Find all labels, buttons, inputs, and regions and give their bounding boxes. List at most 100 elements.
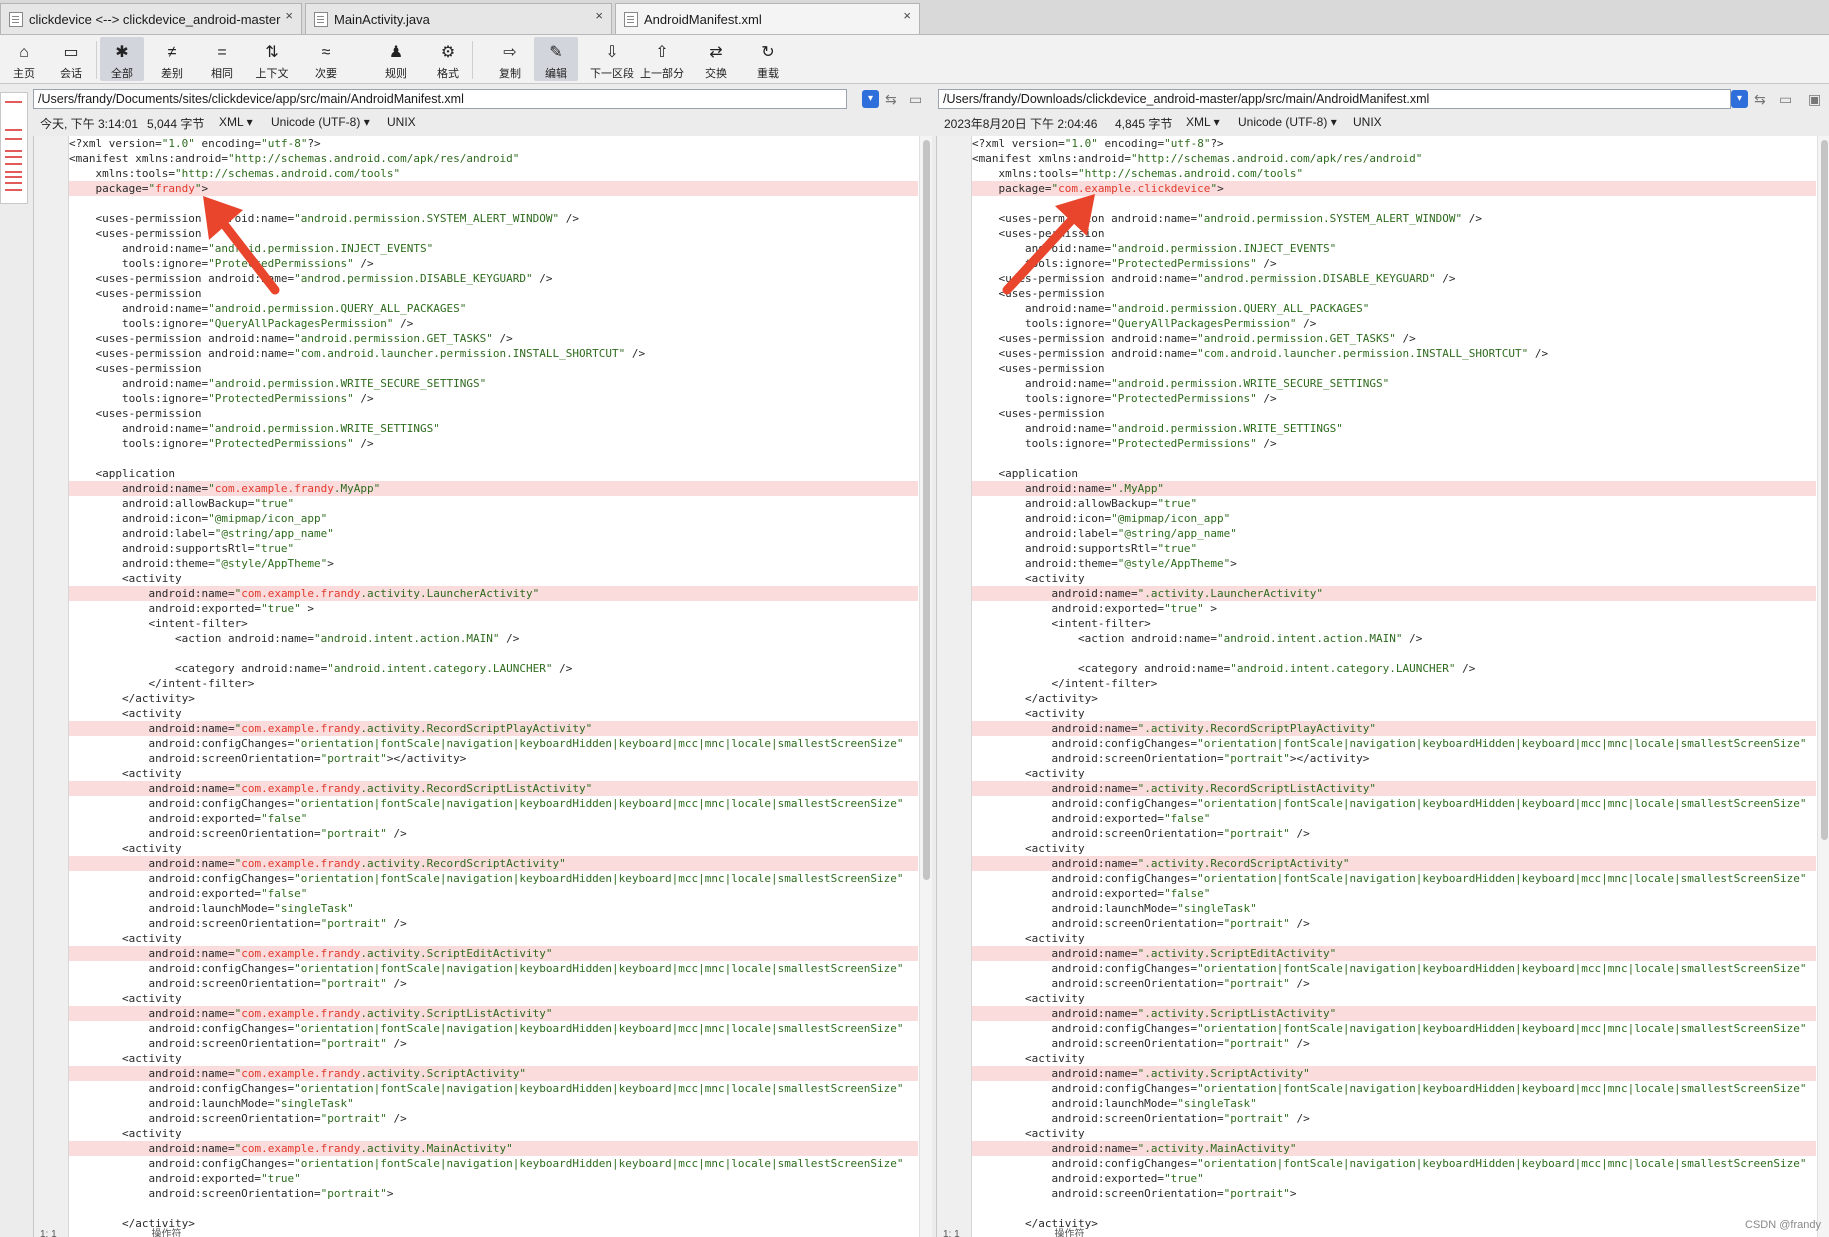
code-line: <application bbox=[972, 467, 1078, 480]
tab-mainactivity[interactable]: MainActivity.java × bbox=[305, 3, 612, 34]
toolbar-rules-button[interactable]: ♟ 规则 bbox=[374, 37, 418, 81]
code-line: android:name="android.permission.WRITE_S… bbox=[69, 377, 487, 390]
save-icon[interactable]: ▣ bbox=[1808, 91, 1821, 108]
code-line: android:configChanges="orientation|fontS… bbox=[972, 1082, 1807, 1095]
file-icon bbox=[314, 11, 328, 27]
right-info-bar: 2023年8月20日 下午 2:04:46 4,845 字节 XML ▾ Uni… bbox=[944, 115, 1824, 133]
history-icon[interactable]: ⇆ bbox=[885, 91, 897, 108]
left-path-field[interactable]: /Users/frandy/Documents/sites/clickdevic… bbox=[33, 89, 847, 109]
code-line: <activity bbox=[972, 707, 1085, 720]
annotation-arrow-right bbox=[1002, 194, 1095, 295]
format-select[interactable]: XML ▾ bbox=[1186, 115, 1220, 129]
close-icon[interactable]: × bbox=[285, 8, 293, 23]
code-line: <uses-permission android:name="android.p… bbox=[972, 332, 1416, 345]
code-line: android:icon="@mipmap/icon_app" bbox=[972, 512, 1231, 525]
tab-androidmanifest[interactable]: AndroidManifest.xml × bbox=[615, 3, 920, 34]
toolbar-copy-button[interactable]: ⇨ 复制 bbox=[482, 37, 538, 81]
all-icon: ✱ bbox=[115, 44, 129, 61]
code-line: android:launchMode="singleTask" bbox=[972, 902, 1257, 915]
scroll-thumb[interactable] bbox=[1821, 140, 1828, 840]
encoding-select[interactable]: Unicode (UTF-8) ▾ bbox=[271, 115, 370, 129]
left-scrollbar[interactable] bbox=[919, 136, 932, 1237]
chevron-down-icon[interactable]: ▾ bbox=[862, 90, 879, 108]
code-line: <uses-permission android:name="android.p… bbox=[69, 332, 513, 345]
toolbar-context-button[interactable]: ⇅ 上下文 bbox=[250, 37, 294, 81]
code-line: tools:ignore="QueryAllPackagesPermission… bbox=[972, 317, 1317, 330]
same-icon: = bbox=[217, 44, 227, 61]
toolbar-home-button[interactable]: ⌂ 主页 bbox=[2, 37, 46, 81]
toolbar-diff-button[interactable]: ≠ 差别 bbox=[150, 37, 194, 81]
code-line: <manifest xmlns:android="http://schemas.… bbox=[972, 152, 1423, 165]
overview-diff-mark bbox=[5, 128, 22, 131]
code-line: android:exported="false" bbox=[69, 887, 308, 900]
open-folder-icon[interactable]: ▭ bbox=[909, 91, 922, 108]
history-icon[interactable]: ⇆ bbox=[1754, 91, 1766, 108]
code-line: <activity bbox=[69, 932, 182, 945]
diff-line: android:name="com.example.frandy.activit… bbox=[69, 946, 918, 961]
tab-bar: clickdevice <--> clickdevice_android-mas… bbox=[0, 0, 1829, 35]
toolbar-session-button[interactable]: ▭ 会话 bbox=[49, 37, 93, 81]
tab-session[interactable]: clickdevice <--> clickdevice_android-mas… bbox=[0, 3, 302, 34]
toolbar-label: 格式 bbox=[437, 68, 459, 80]
code-line: android:screenOrientation="portrait" /> bbox=[972, 827, 1310, 840]
code-line: android:exported="true" bbox=[972, 1172, 1204, 1185]
code-line: android:name="android.permission.QUERY_A… bbox=[69, 302, 467, 315]
right-pane: <?xml version="1.0" encoding="utf-8"?> <m… bbox=[936, 136, 1829, 1237]
code-line: android:name="android.permission.WRITE_S… bbox=[972, 422, 1343, 435]
code-line: <uses-permission android:name="com.andro… bbox=[69, 347, 646, 360]
toolbar-minor-button[interactable]: ≈ 次要 bbox=[304, 37, 348, 81]
diff-overview[interactable] bbox=[0, 92, 28, 204]
right-scrollbar[interactable] bbox=[1817, 136, 1829, 1237]
right-code-area[interactable]: <?xml version="1.0" encoding="utf-8"?> <m… bbox=[972, 136, 1816, 1237]
code-line: <uses-permission bbox=[69, 407, 202, 420]
code-line: <activity bbox=[69, 1052, 182, 1065]
code-line: <activity bbox=[972, 932, 1085, 945]
file-date: 今天, 下午 3:14:01 bbox=[40, 117, 139, 131]
code-line: <category android:name="android.intent.c… bbox=[69, 662, 573, 675]
toolbar-next-section-button[interactable]: ⇩ 下一区段 bbox=[590, 37, 634, 81]
edit-mode: 操作符 bbox=[151, 1229, 182, 1237]
code-line: <uses-permission android:name="com.andro… bbox=[972, 347, 1549, 360]
close-icon[interactable]: × bbox=[903, 8, 911, 23]
toolbar-swap-button[interactable]: ⇄ 交换 bbox=[694, 37, 738, 81]
encoding-select[interactable]: Unicode (UTF-8) ▾ bbox=[1238, 115, 1337, 129]
rules-icon: ♟ bbox=[388, 44, 404, 61]
toolbar-label: 相同 bbox=[211, 68, 233, 80]
code-line: <activity bbox=[69, 707, 182, 720]
lineend-select[interactable]: UNIX bbox=[387, 115, 416, 129]
toolbar-prev-section-button[interactable]: ⇧ 上一部分 bbox=[640, 37, 684, 81]
lineend-select[interactable]: UNIX bbox=[1353, 115, 1382, 129]
code-line: android:theme="@style/AppTheme"> bbox=[972, 557, 1237, 570]
edit-mode: 操作符 bbox=[1054, 1229, 1085, 1237]
overview-diff-mark bbox=[5, 181, 22, 184]
toolbar-label: 重载 bbox=[757, 68, 779, 80]
code-line: <activity bbox=[69, 1127, 182, 1140]
right-path-field[interactable]: /Users/frandy/Downloads/clickdevice_andr… bbox=[938, 89, 1731, 109]
close-icon[interactable]: × bbox=[595, 8, 603, 23]
toolbar-edit-button[interactable]: ✎ 编辑 bbox=[534, 37, 578, 81]
code-line: android:configChanges="orientation|fontS… bbox=[972, 962, 1807, 975]
open-folder-icon[interactable]: ▭ bbox=[1779, 91, 1792, 108]
scroll-thumb[interactable] bbox=[923, 140, 930, 880]
format-select[interactable]: XML ▾ bbox=[219, 115, 253, 129]
code-line: <?xml version="1.0" encoding="utf-8"?> bbox=[69, 137, 321, 150]
diff-line: android:name="com.example.frandy.MyApp" bbox=[69, 481, 918, 496]
toolbar-label: 会话 bbox=[60, 68, 82, 80]
code-line: android:screenOrientation="portrait"> bbox=[69, 1187, 394, 1200]
next-section-icon: ⇩ bbox=[605, 44, 619, 61]
left-code-area[interactable]: <?xml version="1.0" encoding="utf-8"?> <m… bbox=[69, 136, 918, 1237]
code-line: android:launchMode="singleTask" bbox=[69, 902, 354, 915]
toolbar-label: 复制 bbox=[499, 68, 521, 80]
toolbar-reload-button[interactable]: ↻ 重载 bbox=[746, 37, 790, 81]
code-line: </intent-filter> bbox=[972, 677, 1158, 690]
toolbar-same-button[interactable]: = 相同 bbox=[200, 37, 244, 81]
toolbar: ⌂ 主页 ▭ 会话 ✱ 全部 ≠ 差别 = 相同 ⇅ 上下文 ≈ 次要 ♟ 规则 ⚙ 格式 ⇨ 复制 ✎ 编辑 ⇩ 下一区段 ⇧… bbox=[0, 35, 1829, 84]
chevron-down-icon[interactable]: ▾ bbox=[1731, 90, 1748, 108]
left-path-bar: /Users/frandy/Documents/sites/clickdevic… bbox=[33, 89, 933, 111]
toolbar-all-button[interactable]: ✱ 全部 bbox=[100, 37, 144, 81]
code-line: android:exported="false" bbox=[972, 812, 1211, 825]
toolbar-format-button[interactable]: ⚙ 格式 bbox=[420, 37, 476, 81]
code-line: <action android:name="android.intent.act… bbox=[972, 632, 1423, 645]
code-line: <activity bbox=[69, 842, 182, 855]
